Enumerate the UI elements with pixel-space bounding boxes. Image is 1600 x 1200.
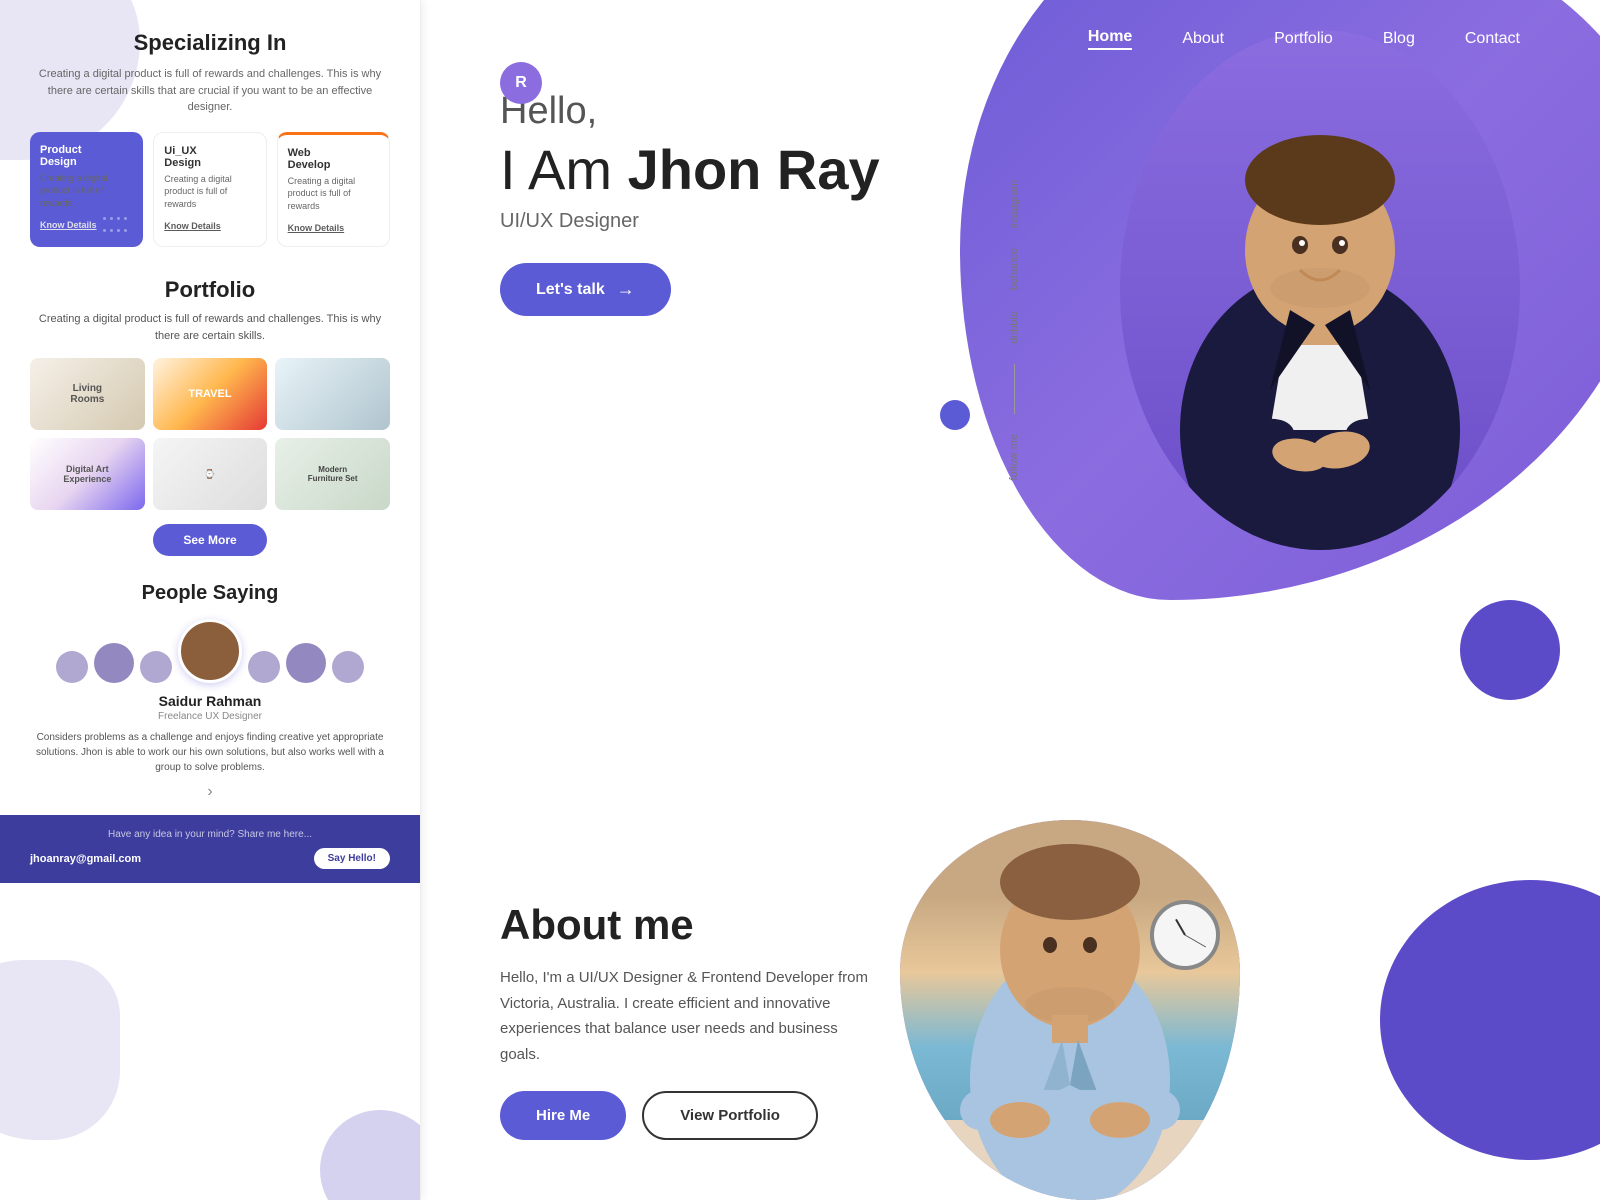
avatar-top[interactable]: R <box>500 62 542 104</box>
skill-card-title: ProductDesign <box>40 144 133 168</box>
say-hello-button[interactable]: Say Hello! <box>314 848 390 869</box>
portfolio-item-furniture[interactable] <box>275 358 390 430</box>
avatar-2[interactable] <box>94 643 134 683</box>
skill-card-title-uiux: Ui_UXDesign <box>164 145 255 169</box>
portfolio-heading: Portfolio <box>30 277 390 303</box>
contact-section: Have any idea in your mind? Share me her… <box>0 815 420 883</box>
skill-card-product[interactable]: ProductDesign Creating a digital product… <box>30 132 143 248</box>
testimonial-name: Saidur Rahman <box>30 693 390 709</box>
avatar-1[interactable] <box>56 651 88 683</box>
skill-card-cta-web[interactable]: Know Details <box>288 223 345 233</box>
portfolio-item-living[interactable]: LivingRooms <box>30 358 145 430</box>
skill-card-web[interactable]: WebDevelop Creating a digital product is… <box>277 132 390 248</box>
portfolio-grid: LivingRooms TRAVEL Digital ArtExperience <box>30 358 390 510</box>
portfolio-item-modern[interactable]: ModernFurniture Set <box>275 438 390 510</box>
about-section: About me Hello, I'm a UI/UX Designer & F… <box>500 901 880 1140</box>
portfolio-section: Portfolio Creating a digital product is … <box>0 267 420 572</box>
nav-bar: Home About Portfolio Blog Contact <box>420 0 1600 50</box>
blob-decoration-bl <box>0 960 120 1140</box>
testimonial-role: Freelance UX Designer <box>30 711 390 722</box>
skill-card-uiux[interactable]: Ui_UXDesign Creating a digital product i… <box>153 132 266 248</box>
contact-email: jhoanray@gmail.com <box>30 853 141 865</box>
skill-card-cta-uiux[interactable]: Know Details <box>164 221 221 231</box>
avatar-3[interactable] <box>140 651 172 683</box>
about-circle-bg <box>900 820 1240 1200</box>
about-person-svg <box>900 820 1240 1200</box>
skill-card-desc-web: Creating a digital product is full of re… <box>288 175 379 213</box>
skill-card-title-web: WebDevelop <box>288 147 379 171</box>
avatar-featured[interactable] <box>178 619 242 683</box>
testimonial-nav: › <box>30 783 390 801</box>
skill-card-desc-uiux: Creating a digital product is full of re… <box>164 173 255 211</box>
portfolio-item-travel[interactable]: TRAVEL <box>153 358 268 430</box>
blob-decoration-br <box>320 1110 420 1200</box>
view-portfolio-button[interactable]: View Portfolio <box>642 1091 818 1140</box>
testimonials-section: People Saying Saidur Rahman Freelance UX… <box>0 572 420 815</box>
right-panel: R Home About Portfolio Blog Contact Hell… <box>420 0 1600 1200</box>
purple-dot <box>940 400 970 430</box>
portfolio-item-digital-art[interactable]: Digital ArtExperience <box>30 438 145 510</box>
arrow-icon: → <box>617 279 635 300</box>
about-title: About me <box>500 901 880 949</box>
testimonial-text: Considers problems as a challenge and en… <box>30 730 390 775</box>
social-line <box>1014 364 1015 414</box>
about-person-placeholder <box>900 820 1240 1200</box>
skill-card-cta[interactable]: Know Details <box>40 220 97 230</box>
nav-portfolio[interactable]: Portfolio <box>1274 30 1333 48</box>
person-placeholder <box>1120 30 1520 550</box>
nav-blog[interactable]: Blog <box>1383 30 1415 48</box>
see-more-button[interactable]: See More <box>153 524 266 556</box>
hire-me-button[interactable]: Hire Me <box>500 1091 626 1140</box>
portfolio-item-watch[interactable]: ⌚ <box>153 438 268 510</box>
social-links: instagram behance dribble follow me <box>1008 180 1020 480</box>
avatar-6[interactable] <box>332 651 364 683</box>
avatars-row <box>30 619 390 683</box>
hero-fullname: Jhon Ray <box>628 138 880 201</box>
nav-about[interactable]: About <box>1182 30 1224 48</box>
about-buttons: Hire Me View Portfolio <box>500 1091 880 1140</box>
lets-talk-button[interactable]: Let's talk → <box>500 263 671 316</box>
left-panel: Specializing In Creating a digital produ… <box>0 0 420 1200</box>
portfolio-description: Creating a digital product is full of re… <box>30 311 390 344</box>
hero-person-container <box>1100 0 1540 580</box>
specializing-section: Specializing In Creating a digital produ… <box>0 20 420 267</box>
social-behance[interactable]: behance <box>1008 248 1020 290</box>
nav-home[interactable]: Home <box>1088 28 1132 50</box>
avatar-4[interactable] <box>248 651 280 683</box>
skill-cards: ProductDesign Creating a digital product… <box>30 132 390 248</box>
social-dribble[interactable]: dribble <box>1008 311 1020 344</box>
follow-me-label: follow me <box>1008 434 1020 480</box>
lets-talk-label: Let's talk <box>536 281 605 299</box>
specializing-description: Creating a digital product is full of re… <box>30 66 390 116</box>
testimonial-next-arrow[interactable]: › <box>207 783 212 801</box>
social-instagram[interactable]: instagram <box>1008 180 1020 228</box>
hero-intro: I Am <box>500 138 628 201</box>
person-svg <box>1130 30 1510 550</box>
blob-right-sm <box>1460 600 1560 700</box>
contact-hint: Have any idea in your mind? Share me her… <box>30 829 390 840</box>
about-image-container <box>900 780 1280 1200</box>
avatar-5[interactable] <box>286 643 326 683</box>
specializing-heading: Specializing In <box>30 30 390 56</box>
blob-right-bottom <box>1380 880 1600 1160</box>
nav-contact[interactable]: Contact <box>1465 30 1520 48</box>
person-circle-bg <box>1120 30 1520 550</box>
skill-card-desc: Creating a digital product is full of re… <box>40 172 133 210</box>
about-text: Hello, I'm a UI/UX Designer & Frontend D… <box>500 965 880 1067</box>
contact-email-row: jhoanray@gmail.com Say Hello! <box>30 848 390 869</box>
testimonials-heading: People Saying <box>30 582 390 605</box>
